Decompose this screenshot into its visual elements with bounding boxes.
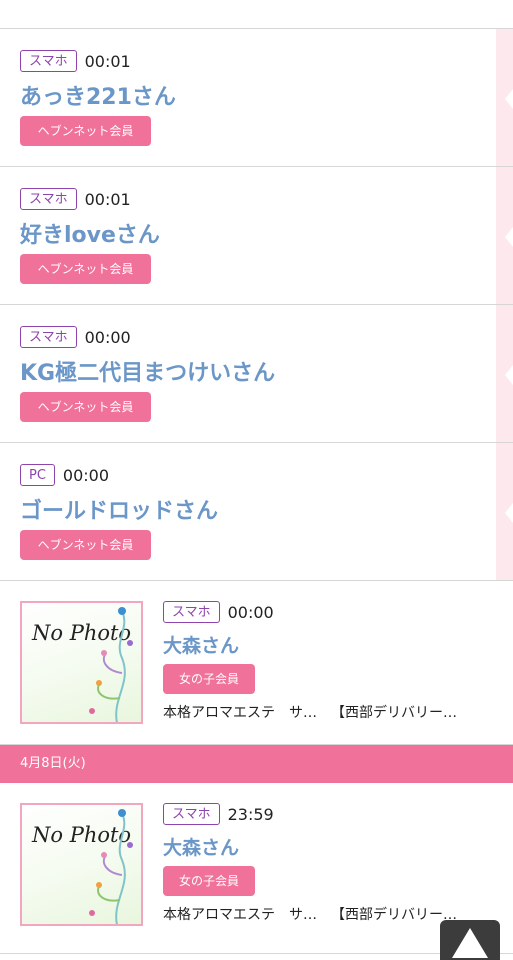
shop-list: 本格アロマエステ サ… 【西部デリバリー… [163,702,471,722]
member-badge: ヘブンネット会員 [20,254,151,284]
shop-link[interactable]: 本格アロマエステ [163,702,275,722]
shop-link[interactable]: 【西部デリバリー… [331,702,457,722]
access-time: 00:01 [84,189,131,209]
access-time: 23:59 [227,804,274,824]
shop-link[interactable]: 【西部デリバリー… [331,904,457,924]
shop-list: 本格アロマエステ サ… 【西部デリバリー… [163,904,471,924]
device-badge: スマホ [20,326,77,348]
side-rail [496,167,513,304]
floral-decoration-icon [89,809,133,924]
side-rail [496,443,513,580]
list-item[interactable]: No Photo スマホ 00:00 大森さん 女の子会員 本格アロマエステ サ… [0,581,513,745]
list-item[interactable]: スマホ 00:00 KG極二代目まつけいさん ヘブンネット会員 [0,305,513,443]
no-photo-image[interactable]: No Photo [20,803,143,926]
list-item[interactable]: PC 00:00 ゴールドロッドさん ヘブンネット会員 [0,443,513,581]
access-time: 00:00 [227,602,274,622]
user-name-link[interactable]: 好きloveさん [20,217,160,249]
date-header: 4月8日(火) [0,745,513,783]
user-name-link[interactable]: KG極二代目まつけいさん [20,355,275,387]
device-badge: スマホ [20,50,77,72]
shop-link[interactable]: 本格アロマエステ [163,904,275,924]
member-badge: 女の子会員 [163,664,255,694]
shop-link[interactable]: サ… [289,702,317,722]
side-rail [496,305,513,442]
access-time: 00:00 [84,327,131,347]
no-photo-image[interactable]: No Photo [20,601,143,724]
device-badge: PC [20,464,55,486]
list-item[interactable]: No Photo スマホ 23:59 大森さん 女の子会員 本格アロマエステ サ… [0,783,513,954]
floral-decoration-icon [89,607,133,722]
member-badge: ヘブンネット会員 [20,392,151,422]
member-badge: 女の子会員 [163,866,255,896]
access-time: 00:00 [62,465,110,485]
side-rail [496,29,513,166]
shop-link[interactable]: サ… [289,904,317,924]
user-name-link[interactable]: 大森さん [163,833,471,860]
user-name-link[interactable]: ゴールドロッドさん [20,493,218,525]
list-item[interactable]: スマホ 00:01 あっき221さん ヘブンネット会員 [0,29,513,167]
scroll-to-top-button[interactable] [440,920,500,960]
device-badge: スマホ [20,188,77,210]
user-name-link[interactable]: あっき221さん [20,79,176,111]
device-badge: スマホ [163,803,220,825]
access-time: 00:01 [84,51,131,71]
top-strip [0,0,513,29]
user-name-link[interactable]: 大森さん [163,631,471,658]
device-badge: スマホ [163,601,220,623]
member-badge: ヘブンネット会員 [20,530,151,560]
member-badge: ヘブンネット会員 [20,116,151,146]
list-item[interactable]: スマホ 00:01 好きloveさん ヘブンネット会員 [0,167,513,305]
